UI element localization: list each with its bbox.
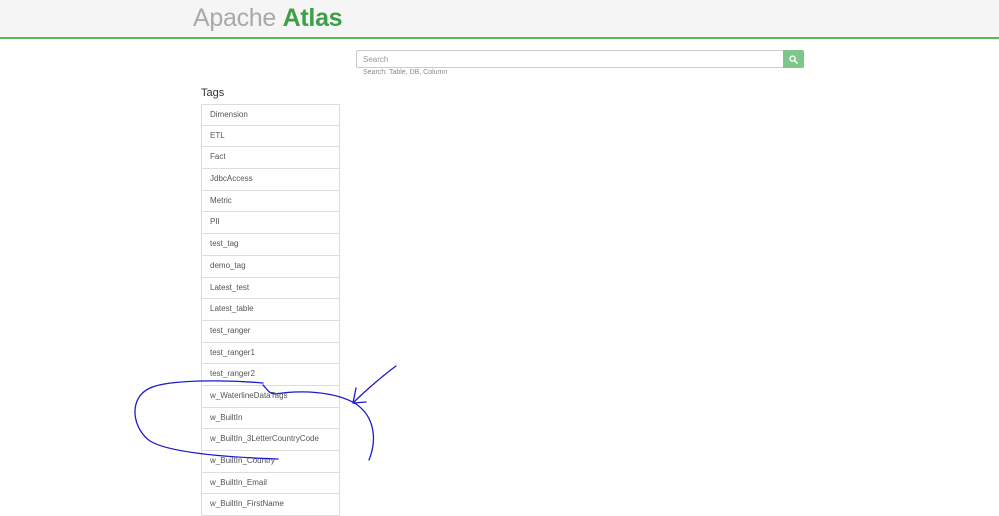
tag-list-item[interactable]: Latest_table	[201, 299, 340, 321]
hand-drawn-annotation	[134, 365, 397, 461]
logo-text-light: Apache	[193, 4, 276, 32]
tag-list-item[interactable]: test_ranger	[201, 320, 340, 343]
tag-list-item[interactable]: w_BuiltIn_FirstName	[201, 494, 340, 516]
tag-list: Dimension ETL Fact JdbcAccess Metric PII test_…	[201, 104, 340, 516]
annotation-arrowhead	[352, 387, 367, 404]
tag-list-item[interactable]: Dimension	[201, 104, 340, 126]
logo-text-bold: Atlas	[282, 4, 343, 32]
tags-heading: Tags	[201, 87, 225, 99]
tag-list-item[interactable]: demo_tag	[201, 255, 340, 278]
tag-list-item[interactable]: test_ranger2	[201, 364, 340, 386]
search-input[interactable]	[356, 50, 783, 68]
tag-list-item[interactable]: JdbcAccess	[201, 169, 340, 191]
tag-list-item[interactable]: w_WaterlineDataTags	[201, 385, 340, 408]
tag-list-item[interactable]: w_BuiltIn	[201, 407, 340, 430]
annotation-arrow-shaft	[352, 365, 397, 404]
tag-list-item[interactable]: test_ranger1	[201, 342, 340, 365]
tag-list-item[interactable]: Latest_test	[201, 277, 340, 300]
tag-list-item[interactable]: w_BuiltIn_3LetterCountryCode	[201, 429, 340, 451]
tag-list-item[interactable]: Metric	[201, 190, 340, 213]
top-header: Apache Atlas	[0, 0, 999, 39]
search-icon	[789, 54, 798, 64]
tag-list-item[interactable]: w_BuiltIn_Email	[201, 472, 340, 495]
tag-list-item[interactable]: test_tag	[201, 234, 340, 256]
tag-list-item[interactable]: ETL	[201, 125, 340, 148]
search-hint: Search: Table, DB, Column	[363, 69, 448, 76]
search-bar	[356, 50, 804, 68]
search-button[interactable]	[783, 50, 804, 68]
tag-list-item[interactable]: Fact	[201, 147, 340, 170]
tag-list-item[interactable]: w_BuiltIn_Country	[201, 451, 340, 473]
tag-list-item[interactable]: PII	[201, 212, 340, 235]
app-logo[interactable]: Apache Atlas	[193, 2, 343, 34]
